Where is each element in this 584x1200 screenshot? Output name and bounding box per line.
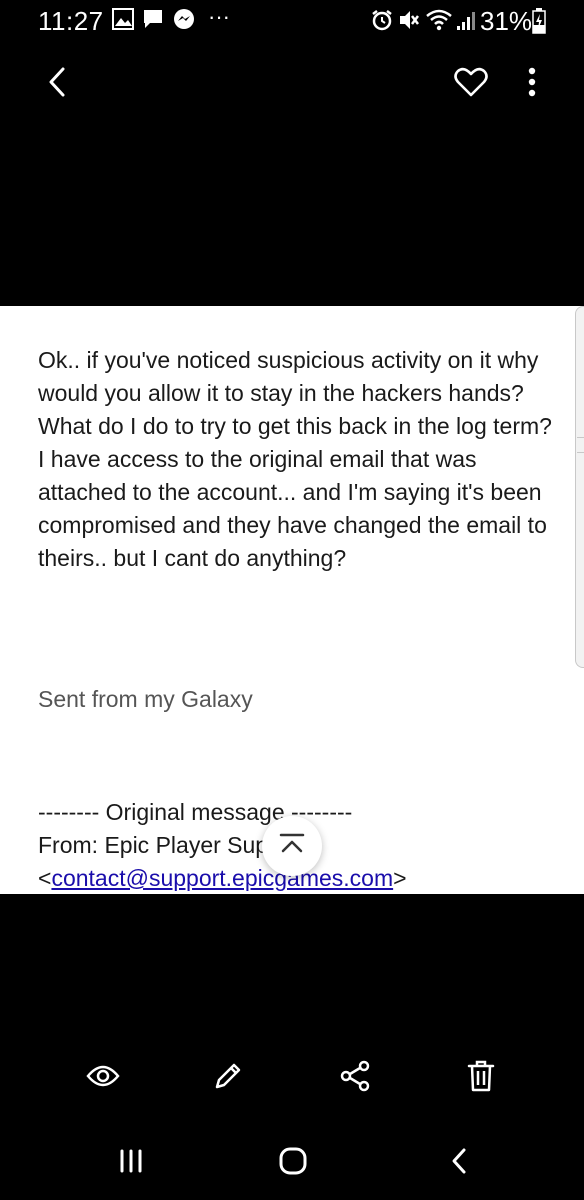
image-icon (112, 8, 134, 37)
scroll-handle[interactable] (575, 306, 584, 668)
mute-icon (398, 8, 420, 39)
email-open-bracket: < (38, 865, 52, 891)
clock: 11:27 (38, 6, 104, 36)
message-body: Ok.. if you've noticed suspicious activi… (38, 347, 552, 571)
edit-icon[interactable] (205, 1050, 251, 1102)
top-toolbar (0, 50, 584, 114)
system-nav-bar (0, 1120, 584, 1200)
status-bar: 11:27 ··· 31% (0, 0, 584, 44)
back-arrow-icon[interactable] (32, 50, 82, 114)
from-line: From: Epic Player Sup (38, 832, 269, 858)
more-dots-icon: ··· (208, 4, 230, 29)
eye-icon[interactable] (80, 1050, 126, 1102)
bottom-action-bar (0, 1040, 584, 1112)
wifi-icon (426, 8, 452, 39)
heart-icon[interactable] (446, 50, 496, 114)
delete-icon[interactable] (458, 1050, 504, 1102)
email-line: <contact@support.epicgames.com> (38, 862, 407, 894)
recent-apps-icon[interactable] (108, 1138, 154, 1184)
scroll-to-top-button[interactable] (262, 816, 322, 876)
alarm-icon (370, 8, 394, 39)
battery-charging-icon (532, 8, 546, 41)
email-close-bracket: > (393, 865, 407, 891)
messenger-icon (173, 8, 195, 37)
signature: Sent from my Galaxy (38, 686, 253, 712)
original-message: -------- Original message -------- From:… (38, 796, 407, 894)
battery-percent: 31% (480, 6, 533, 36)
scroll-top-icon (279, 833, 305, 860)
home-icon[interactable] (270, 1138, 316, 1184)
message-icon (142, 8, 164, 37)
original-message-header: -------- Original message -------- (38, 799, 353, 825)
share-icon[interactable] (332, 1050, 378, 1102)
more-vert-icon[interactable] (512, 50, 552, 114)
back-icon[interactable] (436, 1138, 482, 1184)
email-link[interactable]: contact@support.epicgames.com (51, 865, 393, 891)
signal-icon (456, 8, 476, 39)
message-content[interactable]: Ok.. if you've noticed suspicious activi… (0, 306, 584, 894)
